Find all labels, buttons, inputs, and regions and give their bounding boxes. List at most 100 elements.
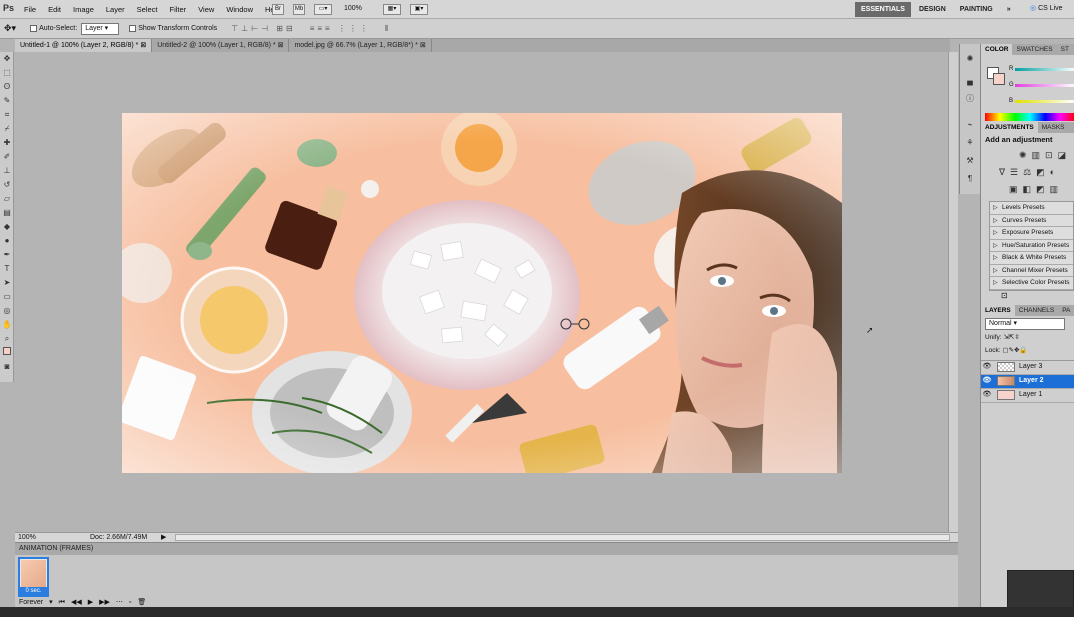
close-icon[interactable]: ⊠	[278, 42, 284, 49]
tab-model-jpg[interactable]: model.jpg @ 66.7% (Layer 1, RGB/8*) * ⊠	[289, 39, 432, 52]
b-slider[interactable]	[1015, 100, 1074, 103]
blend-mode-select[interactable]: Normal ▾	[985, 317, 1065, 330]
animation-frame[interactable]: 0 sec.	[18, 557, 49, 597]
status-zoom[interactable]: 100%	[18, 533, 36, 542]
adjustment-icons-row-3[interactable]: ▣◧◩▥	[981, 178, 1074, 201]
tab-paths[interactable]: PA	[1058, 305, 1074, 316]
workspace-essentials[interactable]: ESSENTIALS	[855, 2, 911, 17]
histogram-icon[interactable]: ▄	[963, 74, 977, 88]
auto-align-icon[interactable]: ⫴	[385, 24, 388, 34]
preset-selective-color[interactable]: Selective Color Presets	[990, 277, 1073, 290]
clone-stamp-icon[interactable]: ⊥	[0, 164, 14, 178]
history-brush-icon[interactable]: ↺	[0, 178, 14, 192]
brush-presets-icon[interactable]: ⌁	[963, 118, 977, 132]
tab-adjustments[interactable]: ADJUSTMENTS	[981, 122, 1038, 133]
preset-hue-saturation[interactable]: Hue/Saturation Presets	[990, 239, 1073, 252]
tab-untitled-1[interactable]: Untitled-1 @ 100% (Layer 2, RGB/8) * ⊠	[15, 39, 153, 52]
workspace-painting[interactable]: PAINTING	[954, 2, 999, 17]
g-slider[interactable]	[1015, 84, 1074, 87]
3d-rotate-icon[interactable]: ◎	[0, 304, 14, 318]
menu-window[interactable]: Window	[220, 5, 259, 14]
animation-panel-header[interactable]: ANIMATION (FRAMES)	[15, 543, 958, 555]
preset-channel-mixer[interactable]: Channel Mixer Presets	[990, 264, 1073, 277]
auto-select-checkbox[interactable]	[30, 25, 38, 32]
view-extras-button[interactable]: ▭▾	[314, 4, 332, 15]
menu-file[interactable]: File	[18, 5, 42, 14]
menu-image[interactable]: Image	[67, 5, 100, 14]
close-icon[interactable]: ⊠	[420, 42, 426, 49]
gradient-tool-icon[interactable]: ▤	[0, 206, 14, 220]
eraser-tool-icon[interactable]: ▱	[0, 192, 14, 206]
show-transform-checkbox[interactable]	[129, 25, 137, 32]
layer-row-2[interactable]: 👁 Layer 2	[981, 374, 1074, 389]
status-menu-icon[interactable]: ▶	[161, 533, 166, 542]
adjustment-icons-row-1[interactable]: ✺▥⊡◪	[981, 146, 1074, 161]
distribute-icons[interactable]: ≡≡≡ ⋮⋮⋮	[310, 24, 371, 33]
preset-black-white[interactable]: Black & White Presets	[990, 252, 1073, 265]
healing-brush-icon[interactable]: ✚	[0, 136, 14, 150]
clip-layer-icon[interactable]: ⊡	[981, 291, 1074, 305]
auto-select-dropdown[interactable]: Layer ▾	[81, 22, 120, 35]
move-tool-icon[interactable]: ✥	[0, 52, 14, 66]
visibility-eye-icon[interactable]: 👁	[981, 374, 993, 388]
hand-tool-icon[interactable]: ✋	[0, 318, 14, 332]
eyedropper-tool-icon[interactable]: ⌿	[0, 122, 14, 136]
blur-tool-icon[interactable]: ◆	[0, 220, 14, 234]
tab-swatches[interactable]: SWATCHES	[1012, 44, 1056, 55]
adjustment-icons-row-2[interactable]: ∇☰⚖◩◐	[981, 161, 1074, 178]
background-color[interactable]	[993, 73, 1005, 85]
move-tool-preset-icon[interactable]: ✥▾	[4, 23, 16, 34]
tab-color[interactable]: COLOR	[981, 44, 1013, 55]
layer-row-3[interactable]: 👁 Layer 3	[981, 361, 1074, 375]
arrange-documents-button[interactable]: ▦▾	[383, 4, 401, 15]
frame-delay[interactable]: 0 sec.	[20, 587, 47, 595]
info-icon[interactable]: ⓘ	[963, 92, 977, 106]
color-swatches-icon[interactable]	[0, 346, 14, 360]
tool-presets-icon[interactable]: ⚒	[963, 154, 977, 168]
tab-layers[interactable]: LAYERS	[981, 304, 1015, 316]
r-slider[interactable]	[1015, 68, 1074, 71]
lock-icons[interactable]: ▢✎✥🔒	[1002, 347, 1027, 354]
brush-tool-icon[interactable]: ✐	[0, 150, 14, 164]
navigator-icon[interactable]: ✺	[963, 52, 977, 66]
menu-view[interactable]: View	[192, 5, 220, 14]
clone-source-icon[interactable]: ⚘	[963, 136, 977, 150]
visibility-eye-icon[interactable]: 👁	[981, 388, 993, 402]
document-canvas[interactable]	[122, 113, 842, 473]
color-spectrum[interactable]	[985, 113, 1074, 121]
zoom-level-select[interactable]: 100%	[344, 5, 362, 12]
marquee-tool-icon[interactable]: ⬚	[0, 66, 14, 80]
close-icon[interactable]: ⊠	[140, 42, 146, 49]
menu-filter[interactable]: Filter	[164, 5, 193, 14]
quick-select-tool-icon[interactable]: ✎	[0, 94, 14, 108]
workspace-design[interactable]: DESIGN	[913, 2, 952, 17]
visibility-eye-icon[interactable]: 👁	[981, 360, 993, 374]
workspace-more-icon[interactable]: »	[1001, 2, 1017, 17]
unify-icons[interactable]: ⇲⇱⇳	[1003, 334, 1019, 341]
crop-tool-icon[interactable]: ⌗	[0, 108, 14, 122]
menu-select[interactable]: Select	[131, 5, 164, 14]
menu-edit[interactable]: Edit	[42, 5, 67, 14]
tab-styles[interactable]: ST	[1057, 44, 1073, 55]
preset-curves[interactable]: Curves Presets	[990, 214, 1073, 227]
path-select-icon[interactable]: ➤	[0, 276, 14, 290]
preset-exposure[interactable]: Exposure Presets	[990, 227, 1073, 240]
paragraph-icon[interactable]: ¶	[963, 172, 977, 186]
lasso-tool-icon[interactable]: ʘ	[0, 80, 14, 94]
horizontal-scrollbar[interactable]	[175, 534, 950, 541]
pen-tool-icon[interactable]: ✒	[0, 248, 14, 262]
preset-levels[interactable]: Levels Presets	[990, 202, 1073, 215]
menu-layer[interactable]: Layer	[100, 5, 131, 14]
zoom-tool-icon[interactable]: ⌕	[0, 332, 14, 346]
vertical-scrollbar[interactable]	[948, 52, 958, 532]
screen-mode-button[interactable]: ▣▾	[410, 4, 428, 15]
cs-live-button[interactable]: ◎ CS Live	[1030, 4, 1063, 12]
dodge-tool-icon[interactable]: ●	[0, 234, 14, 248]
quick-mask-icon[interactable]: ◙	[0, 360, 14, 374]
type-tool-icon[interactable]: T	[0, 262, 14, 276]
tab-channels[interactable]: CHANNELS	[1015, 305, 1058, 316]
align-icons[interactable]: ⊤⊥⊢⊣ ⊞⊟	[231, 24, 296, 33]
tab-untitled-2[interactable]: Untitled-2 @ 100% (Layer 1, RGB/8) * ⊠	[152, 39, 290, 52]
layer-row-1[interactable]: 👁 Layer 1	[981, 389, 1074, 403]
bridge-button[interactable]: Br	[272, 4, 284, 15]
